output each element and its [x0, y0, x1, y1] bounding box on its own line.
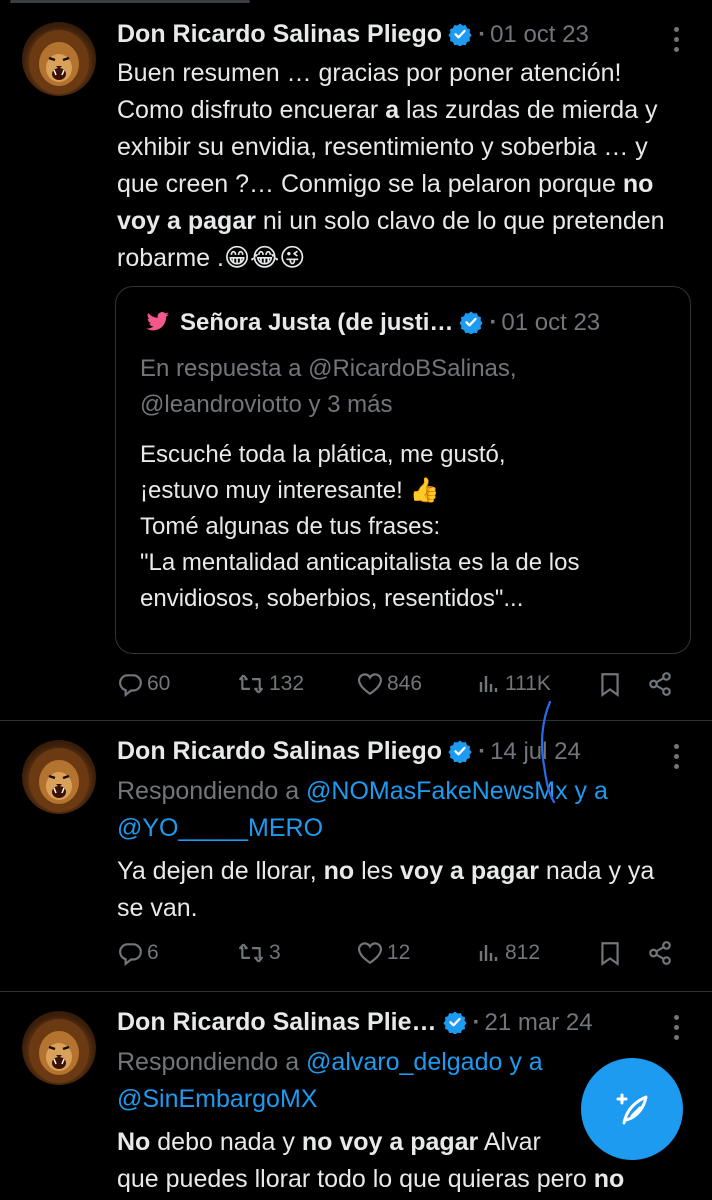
retweet-button[interactable]: 3 [237, 940, 281, 966]
verified-icon [459, 310, 483, 334]
tweet-text: Buen resumen … gracias por poner atenció… [117, 59, 665, 272]
reply-button[interactable]: 60 [117, 671, 170, 697]
quote-date: 01 oct 23 [501, 309, 601, 336]
like-button[interactable]: 12 [357, 940, 410, 966]
reply-icon [117, 940, 143, 966]
avatar[interactable] [22, 22, 96, 96]
tweet-1[interactable]: Don Ricardo Salinas Pliego · 01 oct 23 Bue… [0, 0, 712, 720]
like-count: 846 [387, 672, 423, 695]
separator-dot: · [478, 21, 487, 48]
quoted-tweet[interactable]: Señora Justa (de justi… · 01 oct 23 En res… [115, 286, 691, 654]
share-icon [647, 940, 673, 966]
twitter-bird-icon [146, 312, 169, 331]
bookmark-icon [597, 940, 623, 966]
author-name[interactable]: Don Ricardo Salinas Pliego [117, 737, 442, 765]
quote-text: Escuché toda la plática, me gustó, ¡estu… [140, 441, 580, 612]
like-icon [357, 940, 383, 966]
tweet-text: Ya dejen de llorar, no les voy a pagar n… [117, 857, 655, 922]
more-icon[interactable] [674, 27, 680, 57]
retweet-icon [237, 671, 265, 697]
views-button[interactable]: 812 [477, 940, 540, 966]
author-name[interactable]: Don Ricardo Salinas Plie… [117, 1008, 437, 1036]
share-button[interactable] [647, 940, 677, 966]
compose-button[interactable] [581, 1058, 683, 1160]
like-icon [357, 671, 383, 697]
share-icon [647, 671, 673, 697]
quote-header: Señora Justa (de justi… · 01 oct 23 [146, 309, 600, 337]
views-icon [477, 671, 501, 697]
action-bar: 60 132 846 111K [117, 671, 687, 707]
tweet-header: Don Ricardo Salinas Pliego · 01 oct 23 [117, 20, 589, 49]
tweet-date[interactable]: 21 mar 24 [485, 1009, 593, 1036]
scribble-annotation [540, 700, 556, 804]
reply-count: 6 [147, 941, 159, 964]
like-count: 12 [387, 941, 411, 964]
bookmark-button[interactable] [597, 671, 627, 697]
share-button[interactable] [647, 671, 677, 697]
more-icon[interactable] [674, 744, 680, 774]
more-icon[interactable] [674, 1015, 680, 1045]
retweet-icon [237, 940, 265, 966]
tweet-2[interactable]: Don Ricardo Salinas Pliego · 14 jul 24 Res… [0, 720, 712, 990]
retweet-button[interactable]: 132 [237, 671, 304, 697]
reply-icon [117, 671, 143, 697]
mention-link[interactable]: @alvaro_delgado y a [306, 1048, 543, 1076]
reply-count: 60 [147, 672, 171, 695]
reply-button[interactable]: 6 [117, 940, 159, 966]
bookmark-button[interactable] [597, 940, 627, 966]
views-count: 111K [505, 672, 551, 695]
compose-icon [616, 1093, 648, 1125]
tweet-header: Don Ricardo Salinas Plie… · 21 mar 24 [117, 1008, 593, 1036]
retweet-count: 3 [269, 941, 281, 964]
mention-link[interactable]: @YO_____MERO [117, 814, 323, 842]
quote-author: Señora Justa (de justi… [180, 309, 454, 336]
verified-icon [443, 1010, 467, 1034]
avatar[interactable] [22, 740, 96, 814]
action-bar: 6 3 12 812 [117, 940, 687, 976]
views-button[interactable]: 111K [477, 671, 551, 697]
tweet-header: Don Ricardo Salinas Pliego · 14 jul 24 [117, 737, 581, 765]
retweet-count: 132 [269, 672, 305, 695]
avatar[interactable] [22, 1011, 96, 1085]
views-icon [477, 940, 501, 966]
mention-link[interactable]: @SinEmbargoMX [117, 1085, 317, 1113]
like-button[interactable]: 846 [357, 671, 422, 697]
views-count: 812 [505, 941, 541, 964]
quote-reply-context: En respuesta a @RicardoBSalinas, @leandr… [140, 355, 517, 418]
verified-icon [448, 739, 472, 763]
tweet-date[interactable]: 01 oct 23 [490, 21, 589, 48]
verified-icon [448, 22, 472, 46]
author-name[interactable]: Don Ricardo Salinas Pliego [117, 20, 442, 48]
bookmark-icon [597, 671, 623, 697]
replying-to: Respondiendo a @NOMasFakeNewsMx y a @YO__… [117, 777, 608, 842]
